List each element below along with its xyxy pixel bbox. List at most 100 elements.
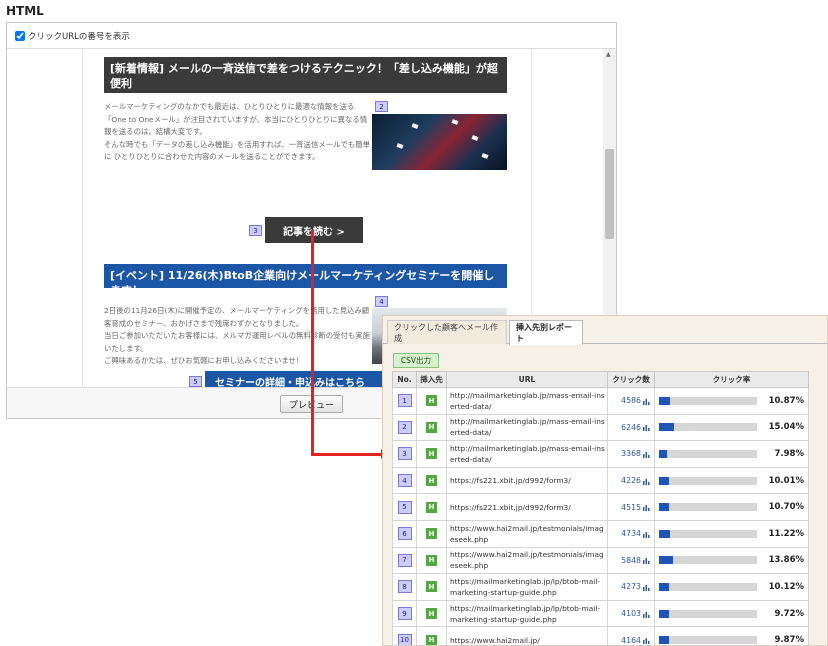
insert-cell: H bbox=[416, 573, 447, 601]
row-number-cell: 3 bbox=[392, 440, 417, 468]
bar-chart-icon[interactable] bbox=[643, 531, 650, 538]
clicks-cell: 4164 bbox=[607, 626, 655, 645]
rate-bar-fill bbox=[659, 529, 670, 538]
bar-chart-icon[interactable] bbox=[643, 504, 650, 512]
scroll-thumb[interactable] bbox=[605, 149, 614, 239]
click-url-number-badge: 4 bbox=[375, 296, 388, 307]
table-row: 6 Hhttps://www.hai2mail.jp/testmonials/im… bbox=[392, 519, 809, 548]
click-count-link[interactable]: 4103 bbox=[621, 609, 641, 618]
read-article-button[interactable]: 記事を読む > bbox=[265, 217, 363, 243]
url-cell: https://www.hai2mail.jp/testmonials/imag… bbox=[446, 519, 608, 548]
insert-cell: H bbox=[416, 626, 447, 645]
rate-cell: 9.87% bbox=[654, 626, 809, 646]
rate-bar bbox=[659, 476, 757, 485]
html-insert-icon: H bbox=[426, 395, 437, 407]
clicks-cell: 4734 bbox=[607, 519, 655, 548]
rate-bar bbox=[659, 449, 757, 458]
row-number-badge: 4 bbox=[397, 474, 412, 488]
tab-insert-report[interactable]: 挿入先別レポート bbox=[509, 320, 583, 345]
table-row: 7 Hhttps://www.hai2mail.jp/testmonials/im… bbox=[392, 546, 809, 575]
click-count-link[interactable]: 4226 bbox=[621, 476, 641, 485]
row-number-badge: 10 bbox=[397, 633, 412, 645]
rate-value: 13.86% bbox=[768, 555, 804, 566]
row-number-badge: 9 bbox=[397, 607, 412, 621]
url-cell: http://mailmarketinglab.jp/mass-email-in… bbox=[446, 440, 608, 468]
bar-chart-icon[interactable] bbox=[643, 398, 650, 405]
table-row: 1 Hhttp://mailmarketinglab.jp/mass-email-… bbox=[392, 387, 809, 415]
click-count-link[interactable]: 4164 bbox=[621, 636, 641, 645]
bar-chart-icon[interactable] bbox=[643, 584, 650, 591]
rate-bar-fill bbox=[659, 396, 670, 405]
arrow-line bbox=[311, 453, 385, 456]
rate-value: 9.87% bbox=[774, 635, 805, 646]
row-number-badge: 1 bbox=[397, 394, 412, 408]
table-row: 3 Hhttp://mailmarketinglab.jp/mass-email-… bbox=[392, 440, 809, 468]
bar-chart-icon[interactable] bbox=[643, 451, 650, 458]
table-row: 8 Hhttps://mailmarketinglab.jp/lp/btob-ma… bbox=[392, 573, 809, 601]
clicks-cell: 6246 bbox=[607, 413, 655, 442]
rate-cell: 7.98% bbox=[654, 440, 809, 468]
rate-cell: 15.04% bbox=[654, 413, 809, 442]
rate-cell: 10.70% bbox=[654, 493, 809, 521]
click-url-number-badge: 3 bbox=[249, 225, 262, 236]
article2-title: [イベント] 11/26(木)BtoB企業向けメールマーケティングセミナーを開催… bbox=[104, 264, 507, 297]
insert-cell: H bbox=[416, 599, 447, 628]
bar-chart-icon[interactable] bbox=[643, 557, 650, 565]
bar-chart-icon[interactable] bbox=[643, 611, 650, 618]
insert-cell: H bbox=[416, 466, 447, 495]
rate-value: 10.12% bbox=[768, 581, 804, 592]
click-report-table: No. 挿入先 URL クリック数 クリック率 1 Hhttp://mailmar… bbox=[392, 371, 809, 646]
rate-cell: 9.72% bbox=[654, 599, 809, 628]
rate-cell: 11.22% bbox=[654, 519, 809, 548]
show-url-number-label[interactable]: クリックURLの番号を表示 bbox=[28, 30, 130, 42]
insert-cell: H bbox=[416, 387, 447, 415]
url-cell: https://fs221.xbit.jp/d992/form3/ bbox=[446, 493, 608, 521]
insert-cell: H bbox=[416, 440, 447, 468]
rate-bar-fill bbox=[659, 449, 667, 458]
table-row: 4 Hhttps://fs221.xbit.jp/d992/form3/4226 1… bbox=[392, 466, 809, 495]
scroll-up-icon[interactable]: ▲ bbox=[606, 51, 611, 58]
rate-bar-fill bbox=[659, 636, 669, 645]
clicks-cell: 5848 bbox=[607, 546, 655, 575]
click-count-link[interactable]: 4273 bbox=[621, 582, 641, 591]
bar-chart-icon[interactable] bbox=[643, 637, 650, 645]
seminar-apply-button[interactable]: セミナーの詳細・申込みはこちら bbox=[205, 371, 383, 387]
arrow-line bbox=[311, 230, 314, 456]
url-cell: https://www.hai2mail.jp/ bbox=[446, 626, 608, 645]
html-insert-icon: H bbox=[426, 421, 437, 433]
url-cell: https://fs221.xbit.jp/d992/form3/ bbox=[446, 466, 608, 495]
row-number-cell: 8 bbox=[392, 573, 417, 601]
rate-bar-fill bbox=[659, 423, 674, 432]
click-count-link[interactable]: 6246 bbox=[621, 423, 641, 432]
row-number-cell: 6 bbox=[392, 519, 417, 548]
rate-value: 10.87% bbox=[768, 395, 804, 406]
table-row: 5 Hhttps://fs221.xbit.jp/d992/form3/4515 1… bbox=[392, 493, 809, 521]
tab-create-mail[interactable]: クリックした顧客へメール作成 bbox=[387, 320, 507, 344]
click-count-link[interactable]: 4515 bbox=[621, 503, 641, 512]
click-count-link[interactable]: 4586 bbox=[621, 396, 641, 405]
row-number-badge: 8 bbox=[397, 580, 412, 594]
rate-bar bbox=[659, 636, 757, 645]
show-url-number-checkbox[interactable] bbox=[15, 30, 25, 41]
article1-image[interactable] bbox=[372, 114, 507, 170]
row-number-badge: 6 bbox=[397, 527, 412, 541]
column-header-no: No. bbox=[392, 371, 417, 388]
html-insert-icon: H bbox=[426, 528, 437, 540]
rate-cell: 10.12% bbox=[654, 573, 809, 601]
click-count-link[interactable]: 5848 bbox=[621, 556, 641, 565]
table-row: 2 Hhttp://mailmarketinglab.jp/mass-email-… bbox=[392, 413, 809, 442]
rate-value: 9.72% bbox=[774, 608, 805, 619]
bar-chart-icon[interactable] bbox=[643, 478, 650, 485]
html-insert-icon: H bbox=[426, 581, 437, 593]
click-count-link[interactable]: 4734 bbox=[621, 529, 641, 538]
bar-chart-icon[interactable] bbox=[643, 424, 650, 432]
report-panel: クリックした顧客へメール作成 挿入先別レポート CSV出力 No. 挿入先 UR… bbox=[382, 315, 828, 646]
clicks-cell: 4515 bbox=[607, 493, 655, 521]
clicks-cell: 4273 bbox=[607, 573, 655, 601]
rate-bar-fill bbox=[659, 609, 669, 618]
column-header-clicks: クリック数 bbox=[607, 371, 655, 388]
rate-bar bbox=[659, 609, 757, 618]
csv-export-button[interactable]: CSV出力 bbox=[393, 353, 439, 368]
row-number-badge: 5 bbox=[397, 500, 412, 514]
click-count-link[interactable]: 3368 bbox=[621, 449, 641, 458]
